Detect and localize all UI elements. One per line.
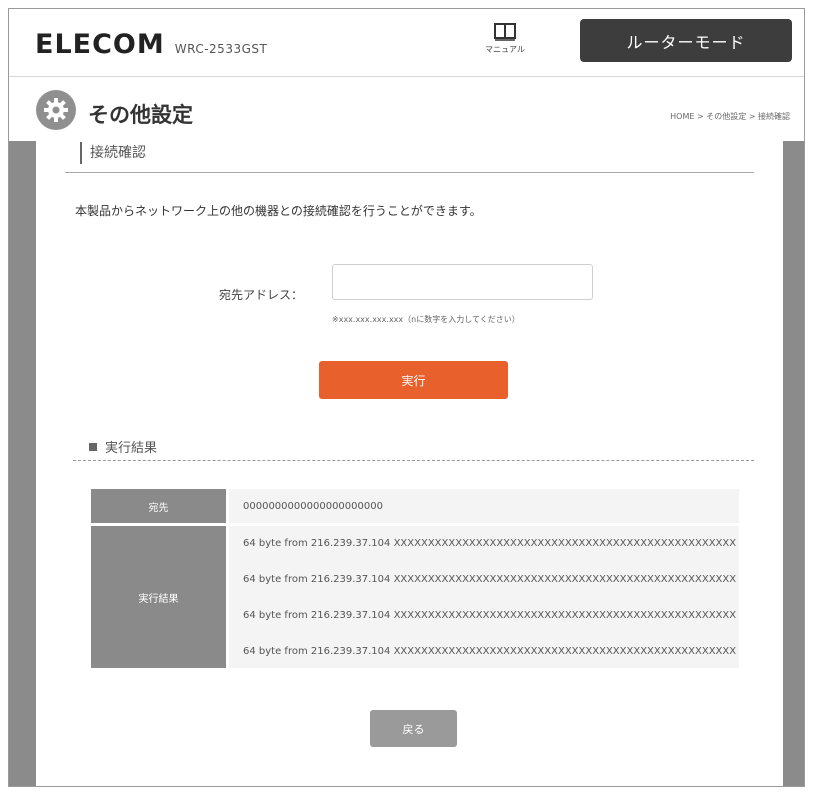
address-label: 宛先アドレス： (219, 288, 304, 302)
result-heading-label: 実行結果 (105, 441, 158, 456)
output-header: 実行結果 (91, 526, 226, 668)
model-name: WRC-2533GST (174, 42, 268, 56)
output-lines: 64 byte from 216.239.37.104 XXXXXXXXXXXX… (229, 526, 739, 668)
table-row: 宛先 0000000000000000000000 (91, 489, 739, 523)
output-line: 64 byte from 216.239.37.104 XXXXXXXXXXXX… (243, 646, 737, 657)
section-heading: 接続確認 (80, 142, 146, 164)
table-row: 実行結果 64 byte from 216.239.37.104 XXXXXXX… (91, 526, 739, 668)
header-divider (9, 76, 804, 77)
elecom-logo: ELECOM WRC-2533GST (35, 29, 267, 60)
page-title: その他設定 (88, 103, 193, 127)
execute-button[interactable]: 実行 (319, 361, 508, 399)
section-divider (65, 172, 754, 173)
output-line: 64 byte from 216.239.37.104 XXXXXXXXXXXX… (243, 574, 737, 585)
router-mode-button[interactable]: ルーターモード (580, 19, 792, 62)
section-description: 本製品からネットワーク上の他の機器との接続確認を行うことができます。 (75, 204, 482, 218)
result-heading: 実行結果 (89, 437, 157, 456)
dest-header: 宛先 (91, 489, 226, 523)
address-input[interactable] (332, 264, 593, 300)
address-hint: ※xxx.xxx.xxx.xxx（nに数字を入力してください） (332, 315, 520, 324)
result-table: 宛先 0000000000000000000000 実行結果 64 byte f… (91, 489, 739, 668)
manual-link[interactable]: マニュアル (479, 23, 531, 55)
gear-icon (36, 90, 76, 130)
book-icon (494, 23, 516, 41)
right-rail (783, 141, 804, 786)
output-line: 64 byte from 216.239.37.104 XXXXXXXXXXXX… (243, 610, 737, 621)
manual-label: マニュアル (485, 45, 525, 54)
dest-value: 0000000000000000000000 (229, 489, 739, 523)
back-button[interactable]: 戻る (370, 710, 457, 747)
result-divider (73, 460, 754, 461)
square-bullet-icon (89, 442, 97, 451)
logo-text: ELECOM (35, 29, 165, 60)
router-settings-page: ELECOM WRC-2533GST マニュアル ルーターモード その他設定 H… (8, 8, 805, 787)
breadcrumb[interactable]: HOME > その他設定 > 接続確認 (670, 111, 790, 122)
left-rail (9, 141, 36, 786)
output-line: 64 byte from 216.239.37.104 XXXXXXXXXXXX… (243, 538, 737, 549)
